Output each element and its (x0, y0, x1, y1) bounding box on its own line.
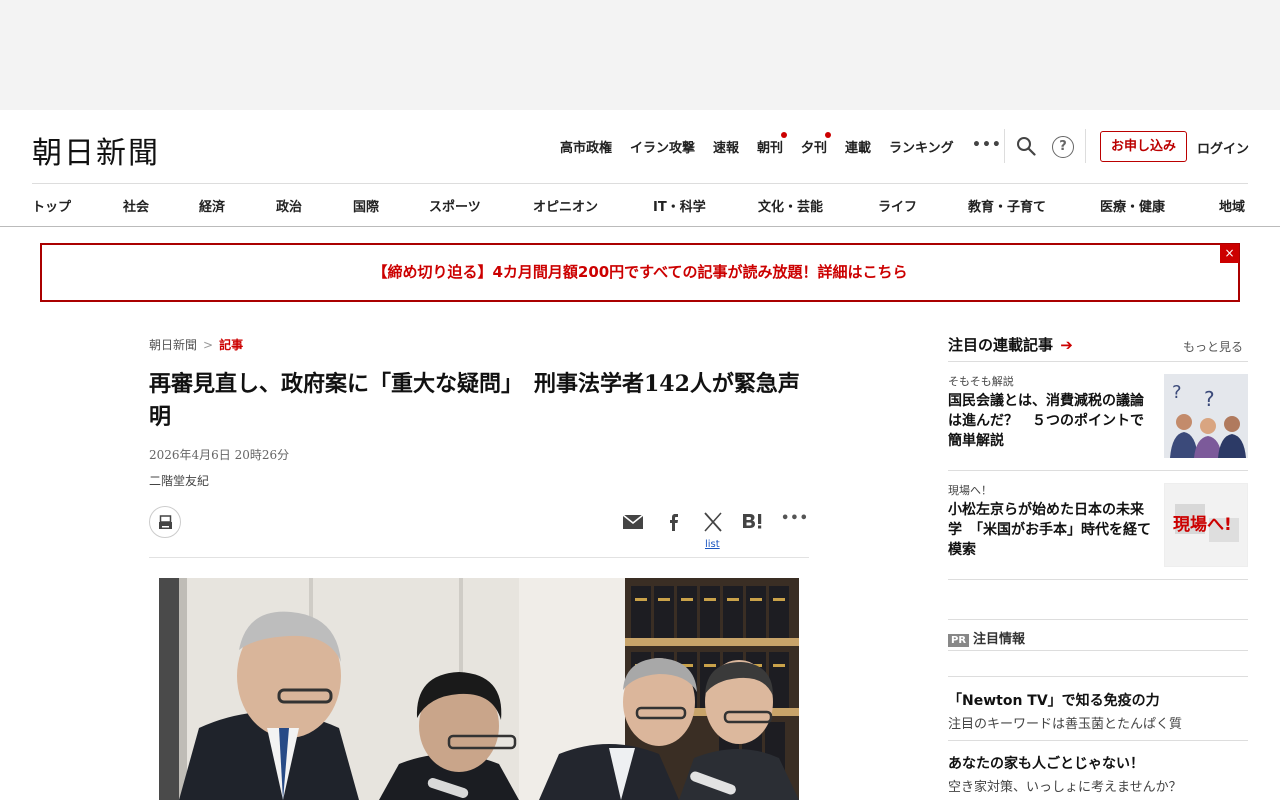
close-icon[interactable]: × (1220, 244, 1239, 263)
arrow-right-icon: ➔ (1060, 336, 1073, 354)
series-thumbnail[interactable]: ? ? (1164, 374, 1248, 458)
category-item[interactable]: 社会 (123, 196, 149, 215)
new-indicator-dot (825, 132, 832, 138)
print-icon (159, 515, 172, 529)
sidebar-rule (948, 361, 1248, 362)
nav-rule (0, 226, 1280, 227)
category-nav: トップ 社会 経済 政治 国際 スポーツ オピニオン IT・科学 文化・芸能 ラ… (0, 196, 1280, 216)
series-thumbnail[interactable]: 現場へ! (1164, 483, 1248, 567)
category-item[interactable]: 経済 (199, 196, 225, 215)
mail-icon[interactable] (620, 509, 646, 535)
breadcrumb-separator: > (203, 338, 214, 352)
breadcrumb-current[interactable]: 記事 (219, 338, 243, 352)
article-divider (149, 557, 809, 558)
divider (1085, 129, 1086, 163)
divider (1004, 129, 1005, 163)
svg-text:?: ? (1204, 387, 1215, 411)
article-author[interactable]: 二階堂友紀 (149, 472, 209, 489)
sidebar-rule (948, 676, 1248, 677)
top-nav-item[interactable]: イラン攻撃 (630, 137, 695, 156)
share-list-link[interactable]: list (705, 539, 720, 550)
pr-badge: PR (948, 634, 970, 647)
top-nav-label: 速報 (713, 141, 740, 156)
top-nav-item[interactable]: 速報 (713, 137, 739, 156)
subscribe-button[interactable]: お申し込み (1100, 131, 1187, 162)
sidebar-heading-label: 注目の連載記事 (948, 336, 1054, 354)
series-tag: そもそも解説 (948, 375, 1014, 388)
sidebar-rule (948, 470, 1248, 471)
hatena-bookmark-icon[interactable] (740, 509, 766, 535)
x-icon[interactable] (700, 509, 726, 535)
sidebar-rule (948, 619, 1248, 620)
pr-title[interactable]: 「Newton TV」で知る免疫の力 (948, 690, 1160, 710)
discussion-illustration: ? ? (1164, 374, 1248, 458)
series-article-title[interactable]: 国民会議とは、消費減税の議論は進んだ？ ５つのポイントで簡単解説 (948, 391, 1154, 451)
sidebar-rule (948, 579, 1248, 580)
series-article-title[interactable]: 小松左京らが始めた日本の未来学 「米国がお手本」時代を経て模索 (948, 500, 1154, 560)
header-rule (32, 183, 1248, 184)
top-nav-item[interactable]: 連載 (845, 137, 871, 156)
login-link[interactable]: ログイン (1197, 138, 1249, 157)
top-nav-label: イラン攻撃 (630, 141, 696, 156)
pr-title[interactable]: あなたの家も人ごとじゃない！ (948, 753, 1144, 773)
new-indicator-dot (781, 132, 788, 138)
svg-text:?: ? (1172, 382, 1182, 403)
article-headline: 再審見直し、政府案に「重大な疑問」 刑事法学者142人が緊急声明 (149, 371, 800, 430)
press-conference-image (159, 578, 799, 800)
top-nav-label: ランキング (889, 141, 954, 156)
breadcrumb: 朝日新聞 > 記事 (149, 336, 243, 353)
site-logo[interactable]: 朝日新聞 (32, 128, 160, 172)
sidebar-rule (948, 740, 1248, 741)
category-item[interactable]: 医療・健康 (1100, 196, 1165, 215)
help-icon[interactable]: ? (1052, 136, 1074, 158)
more-menu-button[interactable]: ••• (972, 137, 1002, 153)
sidebar-heading[interactable]: 注目の連載記事 ➔ (948, 334, 1073, 355)
series-tag: 現場へ！ (948, 484, 992, 497)
share-more-button[interactable]: ••• (781, 511, 808, 537)
category-item[interactable]: オピニオン (533, 196, 598, 215)
search-icon[interactable] (1016, 136, 1036, 156)
see-more-link[interactable]: もっと見る (1183, 338, 1243, 355)
ad-space (0, 0, 1280, 110)
top-nav-item[interactable]: 朝刊 (757, 132, 788, 156)
top-nav-item[interactable]: 夕刊 (801, 132, 832, 156)
category-item[interactable]: 国際 (353, 196, 379, 215)
pr-subtitle[interactable]: 空き家対策、いっしょに考えませんか？ (948, 776, 1182, 795)
article-date: 2026年4月6日 20時26分 (149, 448, 290, 462)
top-nav-item[interactable]: 高市政権 (560, 137, 612, 156)
pr-subtitle[interactable]: 注目のキーワードは善玉菌とたんぱく質 (948, 713, 1182, 732)
sidebar-rule (948, 650, 1248, 651)
category-item[interactable]: スポーツ (429, 196, 481, 215)
promo-banner[interactable]: 【締め切り迫る】4カ月間月額200円ですべての記事が読み放題！詳細はこちら (40, 243, 1240, 302)
category-item[interactable]: 文化・芸能 (758, 196, 823, 215)
category-item[interactable]: ライフ (878, 196, 917, 215)
category-item[interactable]: 教育・子育て (968, 196, 1046, 215)
pr-heading-label: 注目情報 (973, 632, 1026, 647)
category-item[interactable]: 地域 (1219, 196, 1245, 215)
category-item[interactable]: トップ (32, 196, 71, 215)
top-nav-label: 夕刊 (801, 141, 828, 156)
category-item[interactable]: IT・科学 (653, 196, 706, 215)
print-button[interactable] (149, 506, 181, 538)
thumbnail-caption: 現場へ! (1173, 515, 1232, 535)
category-item[interactable]: 政治 (276, 196, 302, 215)
facebook-icon[interactable] (660, 509, 686, 535)
breadcrumb-home[interactable]: 朝日新聞 (149, 338, 197, 352)
article-photo (159, 578, 799, 800)
pr-heading: PR 注目情報 (948, 628, 1025, 647)
top-nav-label: 連載 (845, 141, 872, 156)
top-nav-label: 高市政権 (560, 141, 613, 156)
top-nav-label: 朝刊 (757, 141, 784, 156)
top-nav-item[interactable]: ランキング (889, 137, 954, 156)
